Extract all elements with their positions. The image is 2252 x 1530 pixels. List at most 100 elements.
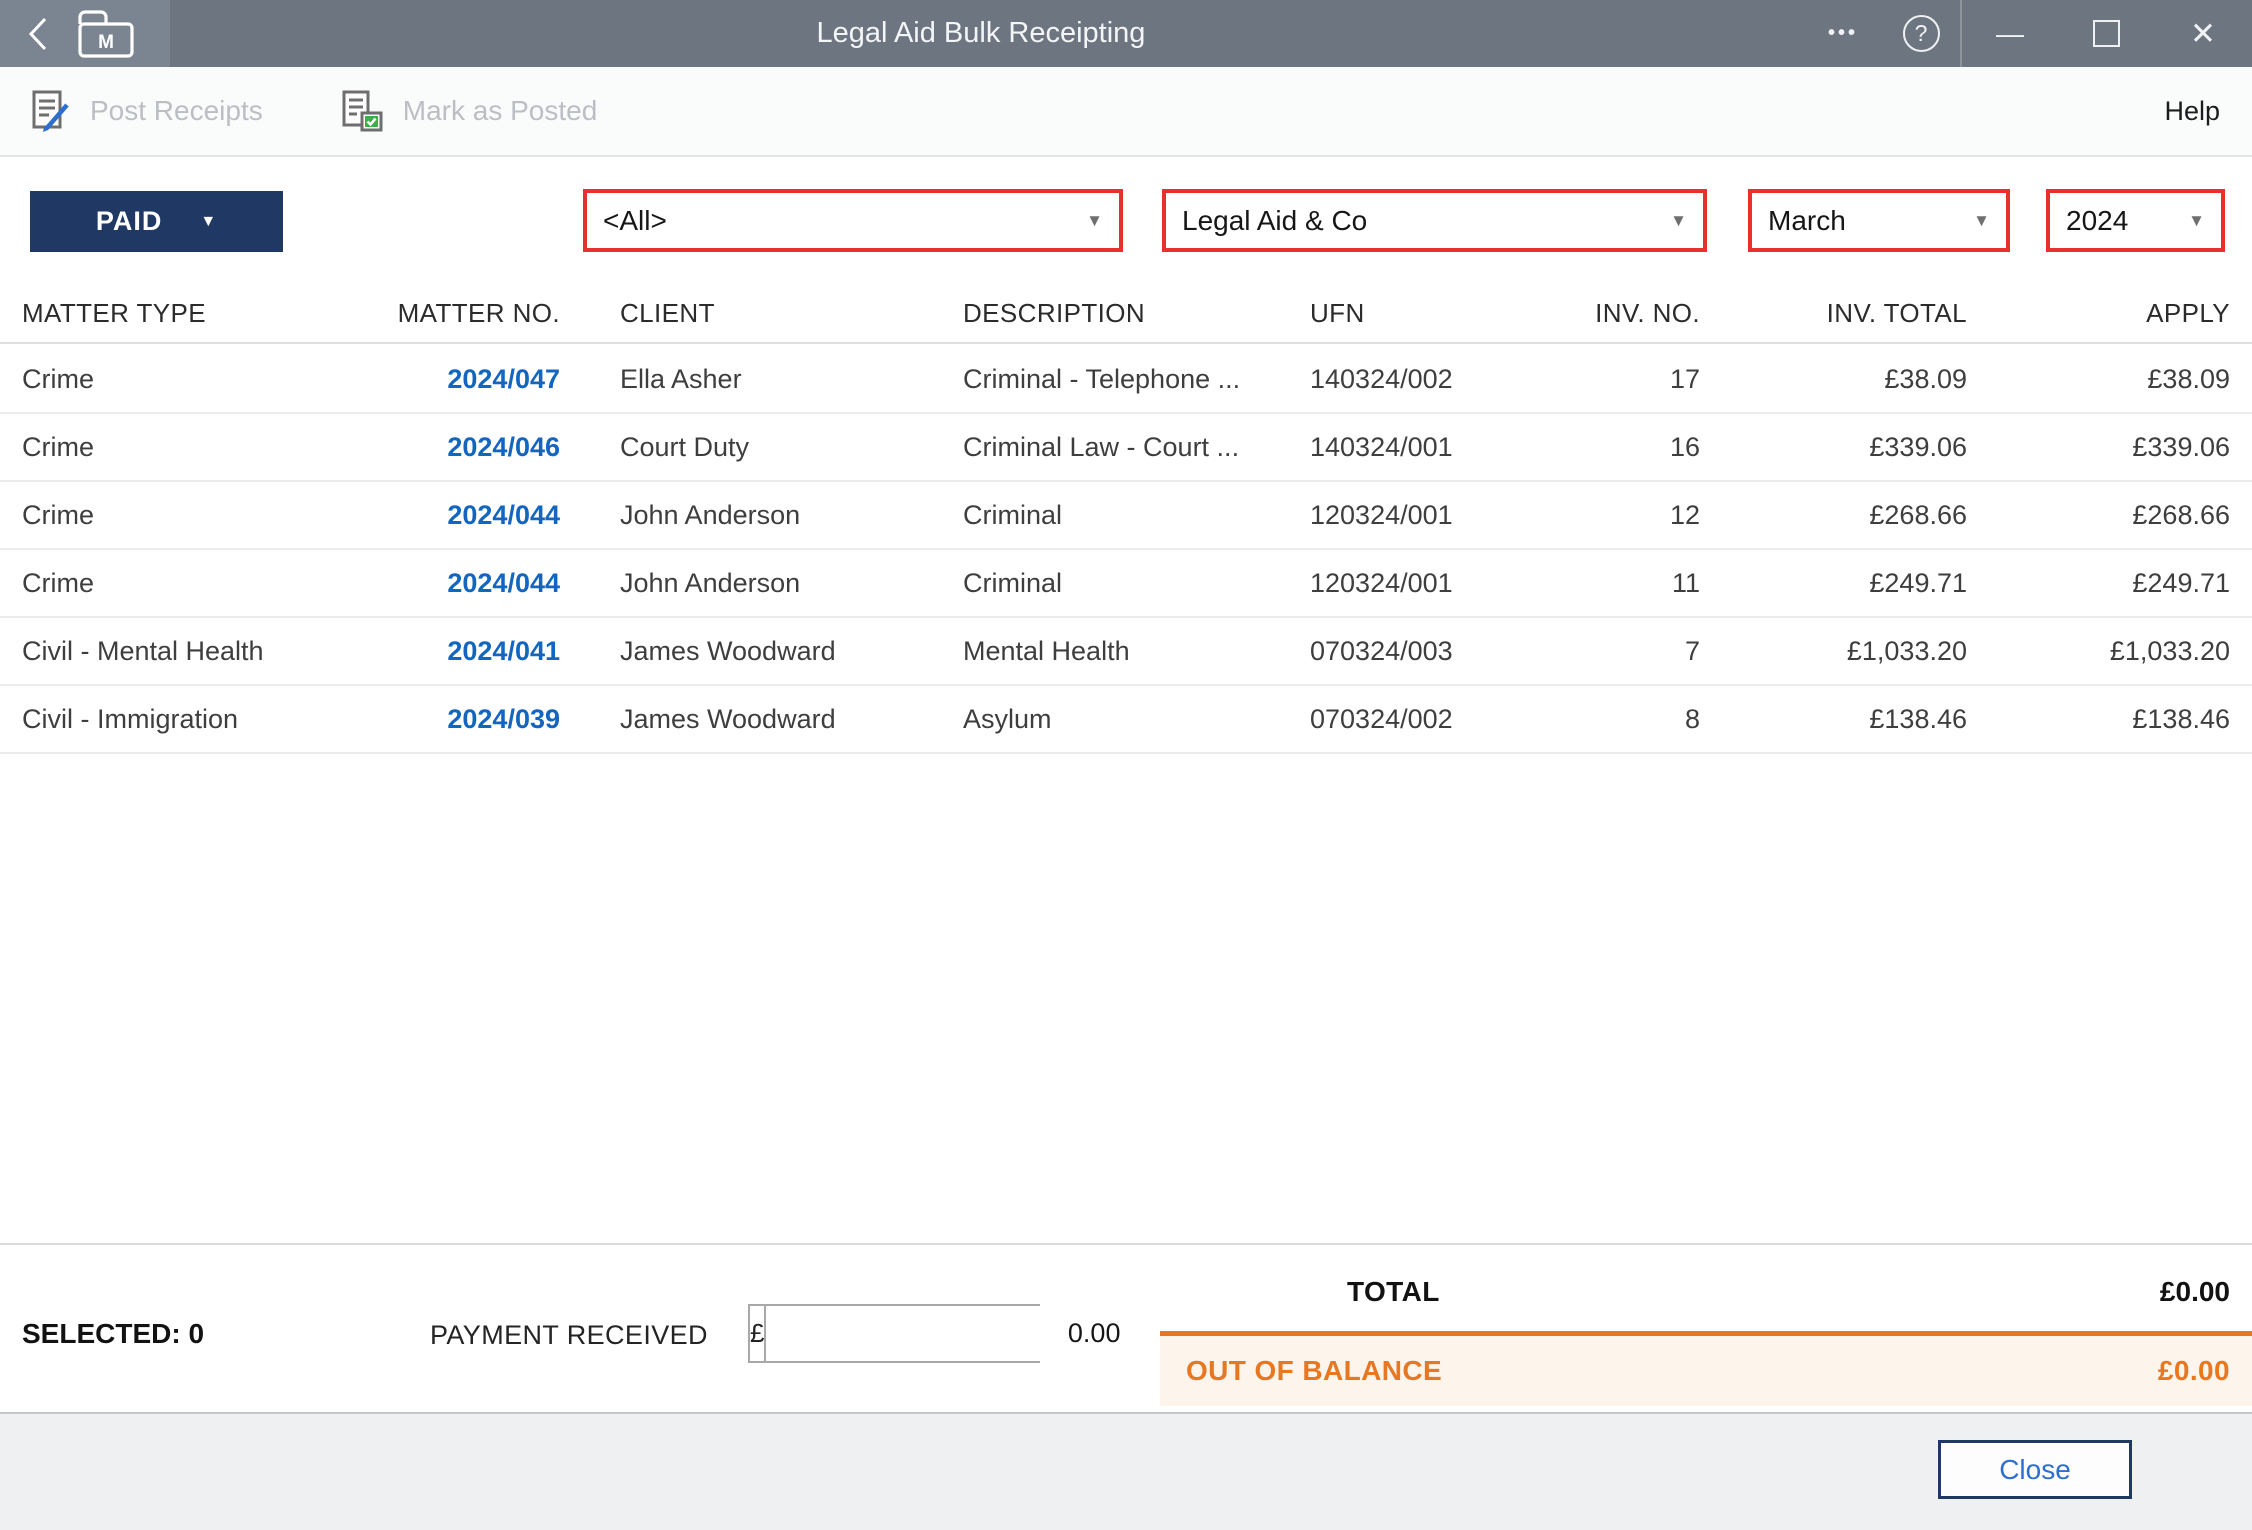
chevron-down-icon: ▼ — [1973, 211, 1990, 231]
cell-inv-total: £138.46 — [1700, 704, 1967, 735]
more-options-button[interactable]: ••• — [1804, 0, 1882, 67]
matter-no-link[interactable]: 2024/039 — [447, 704, 560, 734]
minimize-button[interactable]: — — [1962, 0, 2058, 67]
titlebar-help-button[interactable]: ? — [1882, 0, 1960, 67]
cell-client: John Anderson — [560, 568, 963, 599]
filter-bar: PAID ▼ <All> ▼ Legal Aid & Co ▼ March ▼ … — [0, 159, 2252, 285]
summary-divider — [0, 1243, 2252, 1245]
cell-apply: £249.71 — [1967, 568, 2230, 599]
column-header-description: DESCRIPTION — [963, 298, 1310, 329]
cell-inv-no: 8 — [1560, 704, 1700, 735]
post-receipts-label: Post Receipts — [90, 95, 263, 127]
window-title: Legal Aid Bulk Receipting — [0, 0, 1962, 67]
total-value: £0.00 — [2160, 1276, 2230, 1308]
table-header: MATTER TYPE MATTER NO. CLIENT DESCRIPTIO… — [0, 285, 2252, 344]
window-controls: ••• ? — ✕ — [1804, 0, 2252, 67]
table-row[interactable]: Civil - Mental Health 2024/041 James Woo… — [0, 618, 2252, 686]
cell-apply: £138.46 — [1967, 704, 2230, 735]
matter-type-filter-value: <All> — [603, 205, 667, 237]
month-filter-dropdown[interactable]: March ▼ — [1748, 189, 2010, 252]
cell-inv-no: 12 — [1560, 500, 1700, 531]
cell-ufn: 120324/001 — [1310, 568, 1560, 599]
cell-ufn: 120324/001 — [1310, 500, 1560, 531]
year-filter-value: 2024 — [2066, 205, 2128, 237]
cell-matter-type: Crime — [22, 432, 385, 463]
client-filter-dropdown[interactable]: Legal Aid & Co ▼ — [1162, 189, 1707, 252]
cell-description: Criminal — [963, 568, 1310, 599]
cell-inv-total: £268.66 — [1700, 500, 1967, 531]
month-filter-value: March — [1768, 205, 1846, 237]
payment-received-input[interactable] — [766, 1306, 1134, 1361]
cell-matter-type: Crime — [22, 500, 385, 531]
payment-received-label: PAYMENT RECEIVED — [430, 1320, 708, 1351]
cell-matter-type: Civil - Mental Health — [22, 636, 385, 667]
table-row[interactable]: Crime 2024/044 John Anderson Criminal 12… — [0, 550, 2252, 618]
table-row[interactable]: Crime 2024/044 John Anderson Criminal 12… — [0, 482, 2252, 550]
out-of-balance-label: OUT OF BALANCE — [1186, 1355, 1442, 1387]
close-window-button[interactable]: ✕ — [2154, 0, 2252, 67]
chevron-down-icon: ▼ — [2188, 211, 2205, 231]
currency-symbol: £ — [750, 1306, 766, 1361]
cell-description: Mental Health — [963, 636, 1310, 667]
cell-inv-total: £38.09 — [1700, 364, 1967, 395]
matter-no-link[interactable]: 2024/044 — [447, 500, 560, 530]
cell-description: Criminal - Telephone ... — [963, 364, 1310, 395]
maximize-button[interactable] — [2058, 0, 2154, 67]
cell-apply: £339.06 — [1967, 432, 2230, 463]
cell-inv-no: 16 — [1560, 432, 1700, 463]
table-row[interactable]: Crime 2024/046 Court Duty Criminal Law -… — [0, 414, 2252, 482]
toolbar: Post Receipts Mark as Posted Help — [0, 67, 2252, 157]
client-filter-value: Legal Aid & Co — [1182, 205, 1367, 237]
out-of-balance-value: £0.00 — [2158, 1355, 2230, 1387]
close-button[interactable]: Close — [1938, 1440, 2132, 1499]
cell-inv-total: £1,033.20 — [1700, 636, 1967, 667]
cell-client: Court Duty — [560, 432, 963, 463]
status-filter-dropdown[interactable]: PAID ▼ — [30, 191, 283, 252]
mark-as-posted-label: Mark as Posted — [403, 95, 598, 127]
help-link[interactable]: Help — [2164, 96, 2224, 127]
cell-matter-type: Civil - Immigration — [22, 704, 385, 735]
column-header-ufn: UFN — [1310, 298, 1560, 329]
close-icon: ✕ — [2190, 16, 2216, 52]
post-receipts-button[interactable]: Post Receipts — [28, 89, 263, 133]
minimize-icon: — — [1996, 18, 2024, 50]
column-header-apply: APPLY — [1967, 298, 2230, 329]
cell-description: Criminal Law - Court ... — [963, 432, 1310, 463]
cell-client: Ella Asher — [560, 364, 963, 395]
cell-matter-type: Crime — [22, 568, 385, 599]
cell-ufn: 140324/001 — [1310, 432, 1560, 463]
out-of-balance-row: OUT OF BALANCE £0.00 — [1160, 1336, 2252, 1406]
cell-ufn: 070324/003 — [1310, 636, 1560, 667]
year-filter-dropdown[interactable]: 2024 ▼ — [2046, 189, 2225, 252]
selected-count: SELECTED: 0 — [22, 1318, 204, 1350]
cell-matter-type: Crime — [22, 364, 385, 395]
column-header-matter-type: MATTER TYPE — [22, 298, 385, 329]
table-row[interactable]: Civil - Immigration 2024/039 James Woodw… — [0, 686, 2252, 754]
chevron-down-icon: ▼ — [200, 213, 217, 231]
cell-client: John Anderson — [560, 500, 963, 531]
cell-apply: £38.09 — [1967, 364, 2230, 395]
title-bar: M Legal Aid Bulk Receipting ••• ? — ✕ — [0, 0, 2252, 67]
matter-type-filter-dropdown[interactable]: <All> ▼ — [583, 189, 1123, 252]
totals-panel: TOTAL £0.00 OUT OF BALANCE £0.00 — [1160, 1252, 2252, 1406]
cell-description: Asylum — [963, 704, 1310, 735]
matter-no-link[interactable]: 2024/044 — [447, 568, 560, 598]
cell-apply: £268.66 — [1967, 500, 2230, 531]
matter-no-link[interactable]: 2024/041 — [447, 636, 560, 666]
post-receipts-icon — [28, 89, 72, 133]
table-row[interactable]: Crime 2024/047 Ella Asher Criminal - Tel… — [0, 346, 2252, 414]
total-label: TOTAL — [1347, 1276, 1440, 1308]
cell-client: James Woodward — [560, 636, 963, 667]
mark-as-posted-button[interactable]: Mark as Posted — [339, 89, 598, 133]
bottom-bar: Close — [0, 1412, 2252, 1530]
matter-no-link[interactable]: 2024/046 — [447, 432, 560, 462]
matter-no-link[interactable]: 2024/047 — [447, 364, 560, 394]
table-body: Crime 2024/047 Ella Asher Criminal - Tel… — [0, 346, 2252, 754]
cell-inv-no: 7 — [1560, 636, 1700, 667]
chevron-down-icon: ▼ — [1086, 211, 1103, 231]
cell-ufn: 070324/002 — [1310, 704, 1560, 735]
column-header-inv-total: INV. TOTAL — [1700, 298, 1967, 329]
total-row: TOTAL £0.00 — [1160, 1252, 2252, 1331]
cell-description: Criminal — [963, 500, 1310, 531]
ellipsis-icon: ••• — [1828, 22, 1858, 45]
